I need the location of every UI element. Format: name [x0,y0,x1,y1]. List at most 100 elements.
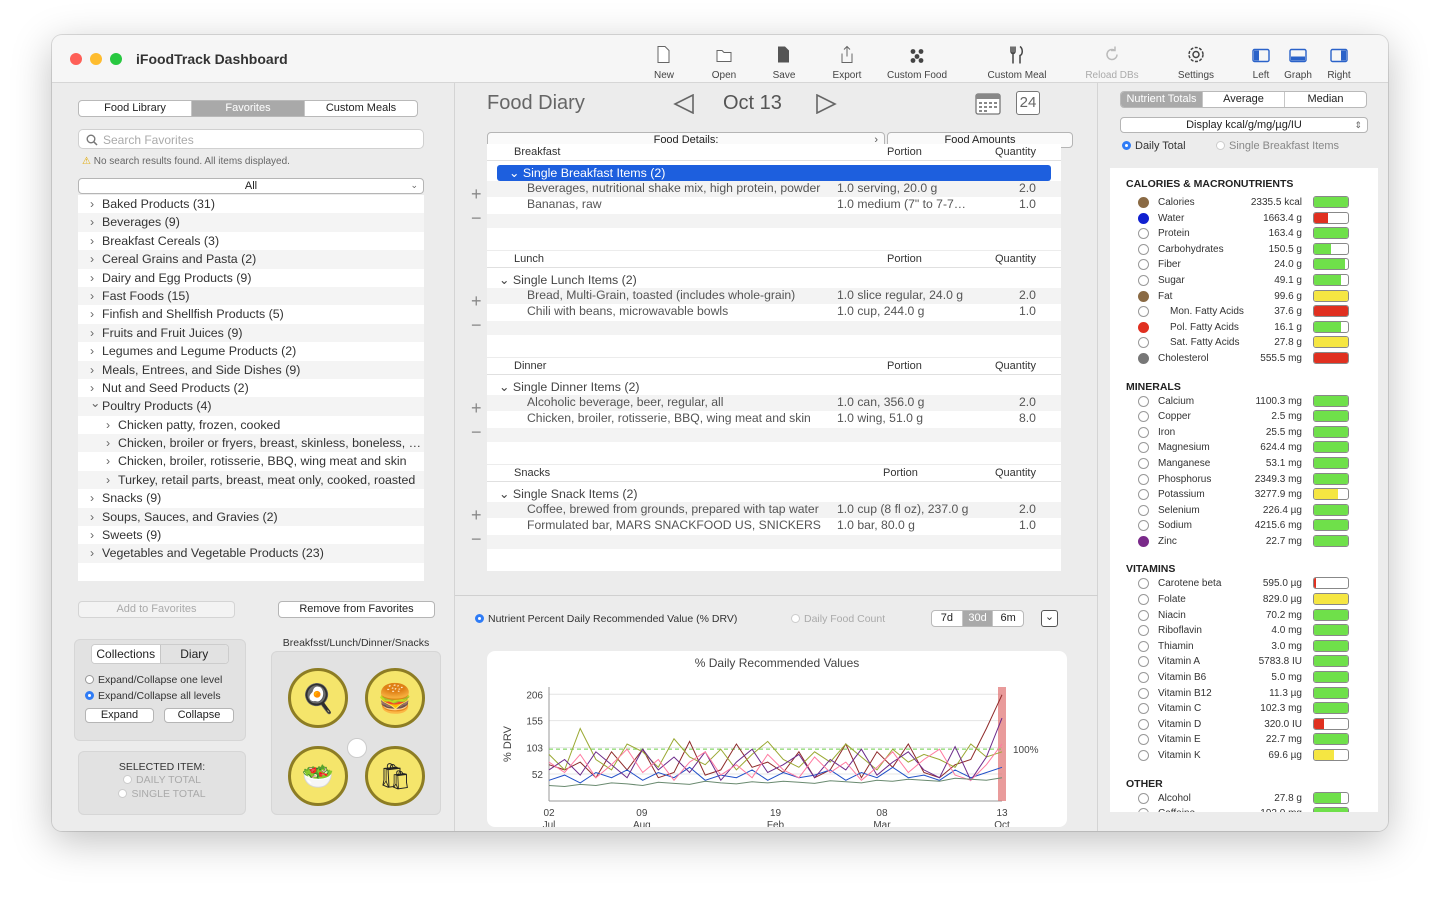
expand-one-level-option[interactable]: Expand/Collapse one level [85,674,222,690]
nutrient-row-calories[interactable]: Calories 2335.5 kcal [1110,195,1378,211]
nutrient-row-sugar[interactable]: Sugar 49.1 g [1110,273,1378,289]
nutrient-row-iron[interactable]: Iron 25.5 mg [1110,425,1378,441]
nutrient-row-selenium[interactable]: Selenium 226.4 µg [1110,503,1378,519]
nutrient-graph-toggle[interactable] [1138,792,1149,804]
nutrient-graph-toggle[interactable] [1138,594,1149,606]
tree-category-item[interactable]: › Baked Products (31) [78,195,424,213]
zoom-window-button[interactable] [110,53,122,65]
dinner-meal-button[interactable]: 🥗 [288,746,348,806]
nutrient-graph-toggle[interactable] [1138,578,1149,590]
nutrient-row-potassium[interactable]: Potassium 3277.9 mg [1110,487,1378,503]
range-6m[interactable]: 6m [993,611,1023,626]
nutrient-graph-toggle[interactable] [1138,306,1149,318]
nutrient-graph-toggle[interactable] [1138,426,1149,438]
food-entry-row[interactable]: Chicken, broiler, rotisserie, BBQ, wing … [487,411,1061,427]
nutrient-row-magnesium[interactable]: Magnesium 624.4 mg [1110,440,1378,456]
nutrient-graph-toggle[interactable] [1138,734,1149,746]
tab-diary[interactable]: Diary [160,645,228,663]
tree-category-item[interactable]: › Vegetables and Vegetable Products (23) [78,544,424,563]
toolbar-custom-meal-button[interactable]: Custom Meal [982,43,1052,81]
remove-from-favorites-button[interactable]: Remove from Favorites [278,601,435,618]
nutrient-graph-toggle[interactable] [1138,609,1149,621]
meal-group-row[interactable]: ⌄ Single Dinner Items (2) [487,379,1061,395]
nutrient-row-fat[interactable]: Fat 99.6 g [1110,289,1378,305]
nutrient-row-carotene-beta[interactable]: Carotene beta 595.0 µg [1110,576,1378,592]
nutrient-graph-toggle[interactable] [1138,321,1149,333]
display-units-popup[interactable]: Display kcal/g/mg/µg/IU ⇕ [1120,117,1368,133]
remove-food-minus-icon[interactable]: − [471,313,482,337]
nutrient-graph-toggle[interactable] [1138,504,1149,516]
nutrient-row-cholesterol[interactable]: Cholesterol 555.5 mg [1110,351,1378,367]
nutrient-graph-toggle[interactable] [1138,703,1149,715]
nutrient-row-zinc[interactable]: Zinc 22.7 mg [1110,534,1378,550]
range-30d[interactable]: 30d [962,611,994,626]
nutrient-row-manganese[interactable]: Manganese 53.1 mg [1110,456,1378,472]
tree-category-item[interactable]: › Meals, Entrees, and Side Dishes (9) [78,360,424,379]
nutrient-row-riboflavin[interactable]: Riboflavin 4.0 mg [1110,623,1378,639]
nutrient-graph-toggle[interactable] [1138,625,1149,637]
nutrient-graph-toggle[interactable] [1138,274,1149,286]
nutrient-graph-toggle[interactable] [1138,535,1149,547]
tree-category-item[interactable]: ⌄ Poultry Products (4) [78,397,424,416]
nutrient-row-thiamin[interactable]: Thiamin 3.0 mg [1110,639,1378,655]
nutrient-row-protein[interactable]: Protein 163.4 g [1110,226,1378,242]
tree-category-item[interactable]: › Beverages (9) [78,213,424,232]
food-entry-row[interactable]: Alcoholic beverage, beer, regular, all 1.… [487,395,1061,411]
nutrient-row-sat-fatty-acids[interactable]: Sat. Fatty Acids 27.8 g [1110,335,1378,351]
category-filter-popup[interactable]: All ⌄ [78,178,424,194]
close-window-button[interactable] [70,53,82,65]
range-7d[interactable]: 7d [932,611,963,626]
nutrient-graph-toggle[interactable] [1138,457,1149,469]
split-divider[interactable] [455,595,1099,596]
add-food-plus-icon[interactable]: + [471,182,482,206]
food-entry-row[interactable]: Formulated bar, MARS SNACKFOOD US, SNICK… [487,518,1061,534]
nutrient-row-mon-fatty-acids[interactable]: Mon. Fatty Acids 37.6 g [1110,304,1378,320]
nutrient-row-alcohol[interactable]: Alcohol 27.8 g [1110,791,1378,807]
tab-collections[interactable]: Collections [92,645,161,663]
food-count-option[interactable]: Daily Food Count [791,613,885,625]
tab-nutrient-totals[interactable]: Nutrient Totals [1121,92,1203,107]
nutrient-row-caffeine[interactable]: Caffeine 192.0 mg [1110,806,1378,812]
drv-option[interactable]: Nutrient Percent Daily Recommended Value… [475,613,737,625]
nutrient-graph-toggle[interactable] [1138,352,1149,364]
nutrient-row-vitamin-d[interactable]: Vitamin D 320.0 IU [1110,717,1378,733]
food-entry-row[interactable]: Chili with beans, microwavable bowls 1.0 … [487,304,1061,320]
meal-group-row[interactable]: ⌄ Single Breakfast Items (2) [497,165,1051,181]
search-favorites-input[interactable]: Search Favorites [78,129,424,149]
nutrient-graph-toggle[interactable] [1138,197,1149,208]
remove-food-minus-icon[interactable]: − [471,206,482,230]
nutrient-row-copper[interactable]: Copper 2.5 mg [1110,409,1378,425]
add-food-plus-icon[interactable]: + [471,396,482,420]
tree-category-item[interactable]: › Breakfast Cereals (3) [78,232,424,250]
meal-group-row[interactable]: ⌄ Single Snack Items (2) [487,486,1061,502]
nutrient-row-phosphorus[interactable]: Phosphorus 2349.3 mg [1110,472,1378,488]
snacks-meal-button[interactable]: 🛍 [365,746,425,806]
tree-category-item[interactable]: › Finfish and Shellfish Products (5) [78,305,424,323]
tree-category-item[interactable]: › Dairy and Egg Products (9) [78,269,424,287]
minimize-window-button[interactable] [90,53,102,65]
add-food-plus-icon[interactable]: + [471,503,482,527]
lunch-meal-button[interactable]: 🍔 [365,668,425,728]
nutrient-graph-toggle[interactable] [1138,228,1149,240]
daily-total-option[interactable]: DAILY TOTAL [79,774,245,786]
tree-category-item[interactable]: › Fast Foods (15) [78,286,424,306]
tab-food-library[interactable]: Food Library [79,101,192,116]
remove-food-minus-icon[interactable]: − [471,527,482,551]
tree-category-item[interactable]: › Legumes and Legume Products (2) [78,342,424,360]
nutrient-graph-toggle[interactable] [1138,718,1149,730]
nutrient-row-fiber[interactable]: Fiber 24.0 g [1110,257,1378,273]
nutrient-row-niacin[interactable]: Niacin 70.2 mg [1110,608,1378,624]
single-total-option[interactable]: SINGLE TOTAL [79,788,245,800]
nutrient-graph-toggle[interactable] [1138,656,1149,668]
graph-options-chevron-icon[interactable]: ⌄ [1041,610,1058,627]
breakfast-meal-button[interactable]: 🍳 [288,668,348,728]
nutrient-row-carbohydrates[interactable]: Carbohydrates 150.5 g [1110,242,1378,258]
tab-average[interactable]: Average [1203,92,1285,107]
collapse-button[interactable]: Collapse [164,708,234,723]
nutrient-row-sodium[interactable]: Sodium 4215.6 mg [1110,518,1378,534]
nutrient-row-water[interactable]: Water 1663.4 g [1110,211,1378,227]
single-breakfast-option[interactable]: Single Breakfast Items [1216,140,1339,152]
nutrient-graph-toggle[interactable] [1138,672,1149,684]
nutrient-row-folate[interactable]: Folate 829.0 µg [1110,592,1378,608]
remove-food-minus-icon[interactable]: − [471,420,482,444]
